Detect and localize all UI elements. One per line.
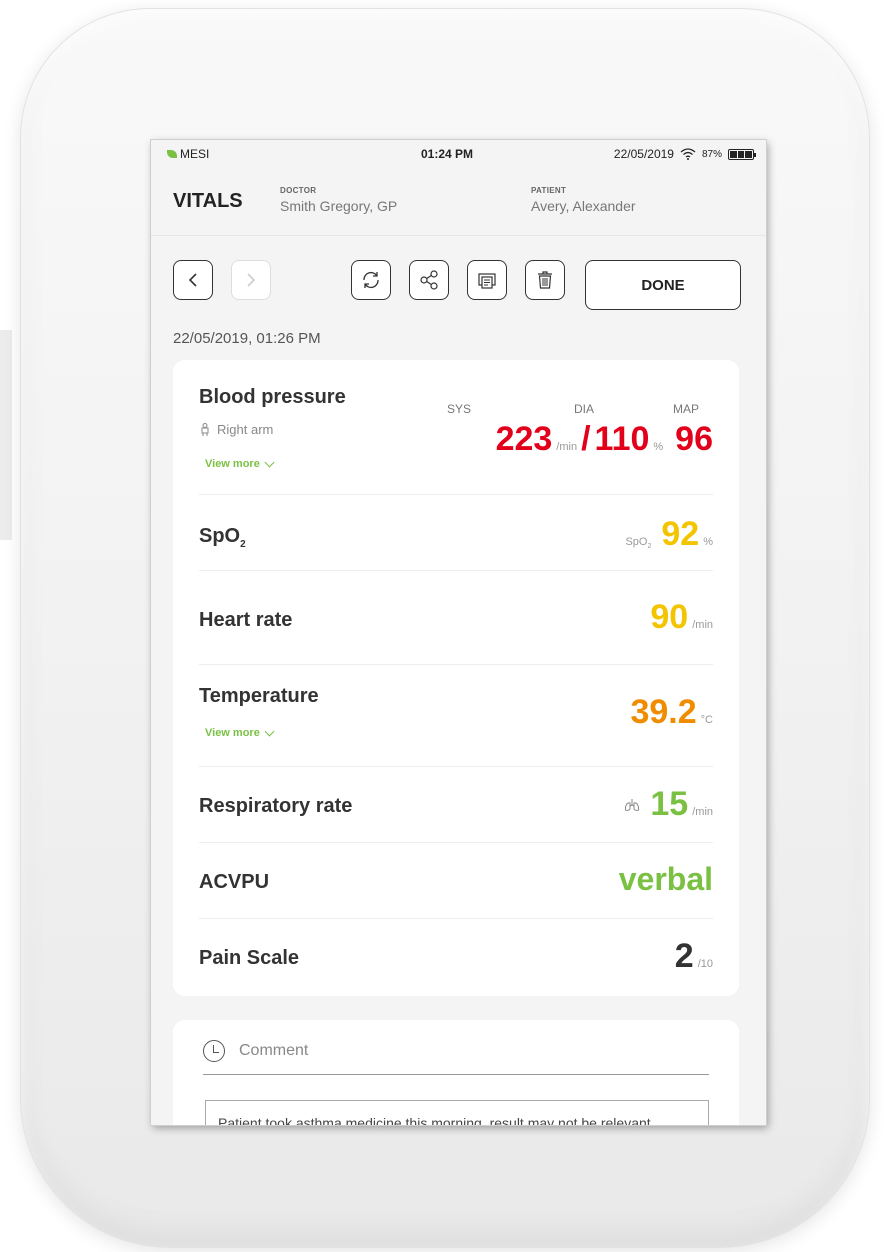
pain-scale-unit: /10 [697, 958, 713, 970]
patient-name: Avery, Alexander [531, 198, 636, 214]
temperature-value-group: 39.2 °C [630, 693, 713, 732]
battery-percent: 87% [701, 148, 722, 160]
spo2-label-main: SpO [199, 525, 241, 547]
share-icon [420, 270, 438, 290]
vitals-card: Blood pressure Right arm View more SYS D… [173, 360, 739, 996]
sys-unit: /min [556, 441, 578, 453]
wifi-icon [680, 148, 696, 160]
temperature-value: 39.2 [630, 693, 697, 731]
map-value: 96 [675, 420, 713, 458]
bp-location: Right arm [199, 422, 273, 437]
side-edge-tab [0, 330, 12, 540]
acvpu-label: ACVPU [199, 871, 270, 893]
clock-icon [203, 1040, 225, 1062]
lungs-icon [625, 798, 640, 811]
spo2-small-label-main: SpO [625, 536, 648, 548]
spo2-row[interactable]: SpO2 SpO2 92 % [199, 495, 713, 571]
respiratory-rate-label: Respiratory rate [199, 795, 353, 817]
dia-label: DIA [574, 402, 595, 416]
respiratory-rate-unit: /min [692, 806, 713, 818]
print-button[interactable] [467, 260, 507, 300]
next-button[interactable] [231, 260, 271, 300]
status-right: 22/05/2019 87% [613, 147, 756, 161]
acvpu-value-group: verbal [619, 861, 713, 898]
comment-header: Comment [203, 1040, 308, 1062]
comment-label: Comment [239, 1042, 309, 1059]
heart-rate-row[interactable]: Heart rate 90 /min [199, 571, 713, 665]
temperature-unit: °C [700, 714, 713, 726]
pain-scale-row[interactable]: Pain Scale 2 /10 [199, 919, 713, 996]
bp-location-text: Right arm [217, 422, 274, 437]
done-button-label: DONE [641, 276, 685, 294]
comment-divider [203, 1074, 709, 1075]
respiratory-rate-value: 15 [650, 785, 689, 823]
mesi-logo-icon [167, 150, 177, 158]
pain-scale-label: Pain Scale [199, 947, 300, 969]
acvpu-row[interactable]: ACVPU verbal [199, 843, 713, 919]
measurement-datetime: 22/05/2019, 01:26 PM [173, 330, 321, 347]
comment-card: Comment Patient took asthma medicine thi… [173, 1020, 739, 1125]
heart-rate-value: 90 [650, 598, 689, 636]
status-time: 01:24 PM [421, 147, 474, 161]
chevron-right-icon [247, 273, 256, 287]
temperature-view-more-label: View more [205, 727, 260, 739]
spo2-unit: % [703, 536, 713, 548]
blood-pressure-row[interactable]: Blood pressure Right arm View more SYS D… [199, 360, 713, 495]
heart-rate-unit: /min [692, 619, 713, 631]
sys-label: SYS [447, 402, 472, 416]
previous-button[interactable] [173, 260, 213, 300]
temperature-row[interactable]: Temperature View more 39.2 °C [199, 665, 713, 767]
app-screen: MESI 01:24 PM 22/05/2019 87% VITALS DOCT… [151, 140, 766, 1125]
refresh-icon [363, 272, 379, 288]
doctor-label: DOCTOR [280, 186, 317, 195]
page-title: VITALS [173, 190, 243, 212]
bp-values: 223 /min / 110 % 96 [496, 420, 713, 459]
patient-info: PATIENT Avery, Alexander [531, 186, 636, 214]
status-brand: MESI [167, 147, 209, 161]
chevron-down-icon [264, 726, 275, 736]
spo2-label-sub: 2 [240, 539, 246, 550]
pain-scale-value: 2 [674, 937, 694, 975]
spo2-value: 92 [661, 515, 700, 553]
pain-scale-value-group: 2 /10 [675, 937, 713, 976]
arm-cuff-icon [201, 422, 209, 436]
respiratory-rate-row[interactable]: Respiratory rate 15 /min [199, 767, 713, 843]
delete-button[interactable] [525, 260, 565, 300]
heart-rate-label: Heart rate [199, 609, 293, 631]
temperature-label: Temperature [199, 685, 319, 707]
bp-separator: / [581, 420, 591, 458]
acvpu-value: verbal [618, 861, 713, 897]
patient-label: PATIENT [531, 186, 567, 195]
spo2-small-label: SpO2 [625, 536, 651, 550]
app-header: VITALS DOCTOR Smith Gregory, GP PATIENT … [151, 168, 766, 236]
status-date: 22/05/2019 [613, 147, 674, 161]
bp-view-more-label: View more [205, 458, 260, 470]
bp-view-more-link[interactable]: View more [205, 457, 275, 470]
dia-unit: % [653, 441, 664, 453]
respiratory-rate-value-group: 15 /min [624, 785, 713, 824]
doctor-info: DOCTOR Smith Gregory, GP [280, 186, 397, 214]
blood-pressure-label: Blood pressure [199, 386, 346, 408]
spo2-label: SpO2 [199, 525, 246, 550]
doctor-name: Smith Gregory, GP [280, 198, 398, 214]
document-icon [478, 273, 496, 289]
heart-rate-value-group: 90 /min [650, 598, 713, 637]
dia-value: 110 [594, 420, 650, 458]
share-button[interactable] [409, 260, 449, 300]
trash-icon [538, 271, 552, 289]
battery-icon [728, 148, 756, 160]
brand-label: MESI [180, 147, 210, 161]
spo2-small-label-sub: 2 [647, 543, 652, 551]
map-label: MAP [673, 402, 700, 416]
comment-textarea[interactable]: Patient took asthma medicine this mornin… [205, 1100, 709, 1125]
sys-value: 223 [495, 420, 553, 458]
status-bar: MESI 01:24 PM 22/05/2019 87% [151, 140, 766, 168]
temperature-view-more-link[interactable]: View more [205, 726, 275, 739]
chevron-down-icon [264, 457, 275, 467]
spo2-value-group: SpO2 92 % [625, 515, 713, 554]
done-button[interactable]: DONE [585, 260, 741, 310]
sync-button[interactable] [351, 260, 391, 300]
chevron-left-icon [188, 273, 197, 287]
